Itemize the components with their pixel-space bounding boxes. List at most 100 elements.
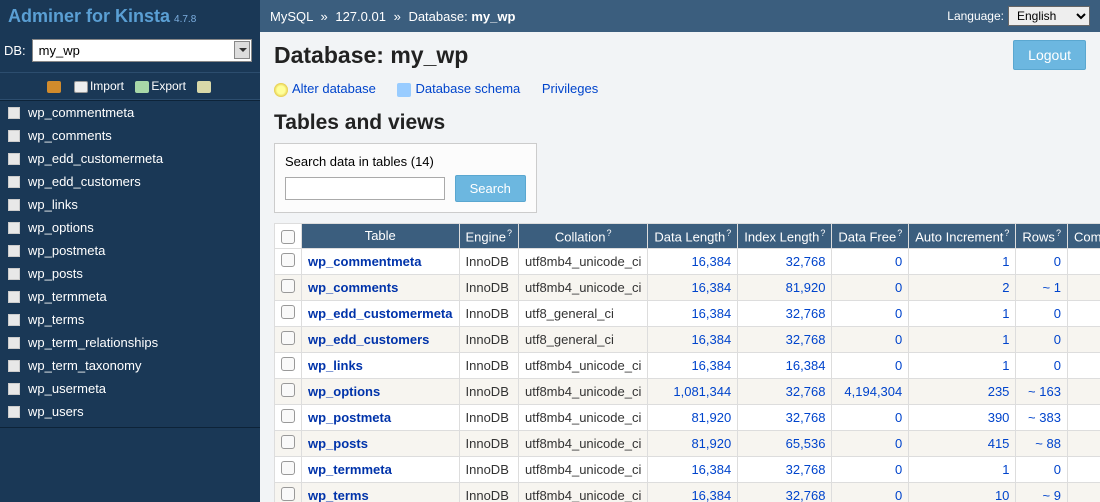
alter-database-link[interactable]: Alter database bbox=[274, 81, 376, 96]
checkbox-icon bbox=[281, 487, 295, 501]
export-icon bbox=[135, 81, 149, 93]
cell-engine: InnoDB bbox=[459, 300, 519, 326]
row-select[interactable] bbox=[275, 430, 302, 456]
tables-grid: Table Engine? Collation? Data Length? In… bbox=[274, 223, 1100, 502]
cell-index-length: 81,920 bbox=[738, 274, 832, 300]
sidebar-table-link[interactable]: wp_edd_customermeta bbox=[28, 151, 163, 166]
main: Logout Database: my_wp Alter database Da… bbox=[260, 32, 1100, 502]
logo-name: Adminer for Kinsta bbox=[8, 6, 170, 26]
sidebar-table-link[interactable]: wp_comments bbox=[28, 128, 112, 143]
table-link[interactable]: wp_links bbox=[308, 358, 363, 373]
cell-auto-increment: 415 bbox=[909, 430, 1016, 456]
table-link[interactable]: wp_edd_customermeta bbox=[308, 306, 453, 321]
table-link[interactable]: wp_termmeta bbox=[308, 462, 392, 477]
col-auto-increment[interactable]: Auto Increment? bbox=[909, 223, 1016, 248]
cell-collation: utf8_general_ci bbox=[519, 300, 648, 326]
cell-index-length: 16,384 bbox=[738, 352, 832, 378]
sql-icon bbox=[47, 81, 61, 93]
breadcrumb-engine[interactable]: MySQL bbox=[270, 9, 313, 24]
sidebar-table-link[interactable]: wp_users bbox=[28, 404, 84, 419]
checkbox-icon bbox=[281, 357, 295, 371]
table-row: wp_postmetaInnoDButf8mb4_unicode_ci81,92… bbox=[275, 404, 1100, 430]
privileges-link[interactable]: Privileges bbox=[542, 81, 598, 96]
sidebar-table-link[interactable]: wp_postmeta bbox=[28, 243, 105, 258]
logo[interactable]: Adminer for Kinsta4.7.8 bbox=[0, 0, 260, 33]
cell-engine: InnoDB bbox=[459, 326, 519, 352]
sidebar-table-link[interactable]: wp_term_relationships bbox=[28, 335, 158, 350]
row-select[interactable] bbox=[275, 300, 302, 326]
cell-index-length: 32,768 bbox=[738, 482, 832, 502]
cell-data-length: 16,384 bbox=[648, 300, 738, 326]
content: Database: my_wp Alter database Database … bbox=[260, 32, 1100, 502]
table-link[interactable]: wp_comments bbox=[308, 280, 398, 295]
col-table[interactable]: Table bbox=[302, 223, 460, 248]
cell-index-length: 32,768 bbox=[738, 456, 832, 482]
row-select[interactable] bbox=[275, 352, 302, 378]
sidebar-table-link[interactable]: wp_terms bbox=[28, 312, 84, 327]
table-link[interactable]: wp_postmeta bbox=[308, 410, 391, 425]
sidebar: Adminer for Kinsta4.7.8 DB: my_wp Import… bbox=[0, 0, 260, 502]
cell-comment bbox=[1067, 300, 1100, 326]
row-select[interactable] bbox=[275, 482, 302, 502]
checkbox-icon bbox=[281, 305, 295, 319]
select-all-header[interactable] bbox=[275, 223, 302, 248]
sidebar-table-link[interactable]: wp_links bbox=[28, 197, 78, 212]
sql-link[interactable] bbox=[47, 79, 63, 93]
sidebar-table-item: wp_postmeta bbox=[0, 239, 260, 262]
breadcrumb-host[interactable]: 127.0.01 bbox=[335, 9, 386, 24]
cell-table: wp_edd_customermeta bbox=[302, 300, 460, 326]
row-select[interactable] bbox=[275, 404, 302, 430]
create-link[interactable] bbox=[197, 79, 213, 93]
import-link[interactable]: Import bbox=[74, 79, 124, 93]
sidebar-table-link[interactable]: wp_commentmeta bbox=[28, 105, 134, 120]
cell-auto-increment: 390 bbox=[909, 404, 1016, 430]
row-select[interactable] bbox=[275, 378, 302, 404]
row-select[interactable] bbox=[275, 248, 302, 274]
table-icon bbox=[8, 406, 20, 418]
table-link[interactable]: wp_commentmeta bbox=[308, 254, 421, 269]
col-collation[interactable]: Collation? bbox=[519, 223, 648, 248]
sidebar-table-link[interactable]: wp_term_taxonomy bbox=[28, 358, 141, 373]
cell-collation: utf8mb4_unicode_ci bbox=[519, 352, 648, 378]
database-schema-link[interactable]: Database schema bbox=[397, 81, 520, 96]
cell-engine: InnoDB bbox=[459, 482, 519, 502]
cell-collation: utf8mb4_unicode_ci bbox=[519, 378, 648, 404]
row-select[interactable] bbox=[275, 456, 302, 482]
import-label: Import bbox=[90, 79, 124, 93]
cell-rows: 0 bbox=[1016, 248, 1068, 274]
col-data-free[interactable]: Data Free? bbox=[832, 223, 909, 248]
col-index-length[interactable]: Index Length? bbox=[738, 223, 832, 248]
sidebar-table-link[interactable]: wp_options bbox=[28, 220, 94, 235]
breadcrumb-db: my_wp bbox=[471, 9, 515, 24]
db-select[interactable]: my_wp bbox=[32, 39, 252, 62]
cell-comment bbox=[1067, 274, 1100, 300]
logout-button[interactable]: Logout bbox=[1013, 40, 1086, 70]
cell-data-free: 0 bbox=[832, 430, 909, 456]
table-link[interactable]: wp_edd_customers bbox=[308, 332, 429, 347]
export-link[interactable]: Export bbox=[135, 79, 186, 93]
cell-index-length: 32,768 bbox=[738, 378, 832, 404]
search-button[interactable]: Search bbox=[455, 175, 526, 202]
sidebar-table-item: wp_terms bbox=[0, 308, 260, 331]
cell-data-length: 81,920 bbox=[648, 430, 738, 456]
cell-rows: ~ 383 bbox=[1016, 404, 1068, 430]
export-label: Export bbox=[151, 79, 186, 93]
language-select[interactable]: English bbox=[1008, 6, 1090, 26]
table-icon bbox=[8, 153, 20, 165]
sidebar-table-link[interactable]: wp_termmeta bbox=[28, 289, 107, 304]
cell-table: wp_posts bbox=[302, 430, 460, 456]
col-comment[interactable]: Comment? bbox=[1067, 223, 1100, 248]
sidebar-table-link[interactable]: wp_usermeta bbox=[28, 381, 106, 396]
col-data-length[interactable]: Data Length? bbox=[648, 223, 738, 248]
sidebar-table-link[interactable]: wp_posts bbox=[28, 266, 83, 281]
cell-auto-increment: 1 bbox=[909, 352, 1016, 378]
row-select[interactable] bbox=[275, 326, 302, 352]
col-rows[interactable]: Rows? bbox=[1016, 223, 1068, 248]
table-link[interactable]: wp_options bbox=[308, 384, 380, 399]
row-select[interactable] bbox=[275, 274, 302, 300]
search-input[interactable] bbox=[285, 177, 445, 200]
col-engine[interactable]: Engine? bbox=[459, 223, 519, 248]
table-link[interactable]: wp_terms bbox=[308, 488, 369, 502]
sidebar-table-link[interactable]: wp_edd_customers bbox=[28, 174, 141, 189]
table-link[interactable]: wp_posts bbox=[308, 436, 368, 451]
